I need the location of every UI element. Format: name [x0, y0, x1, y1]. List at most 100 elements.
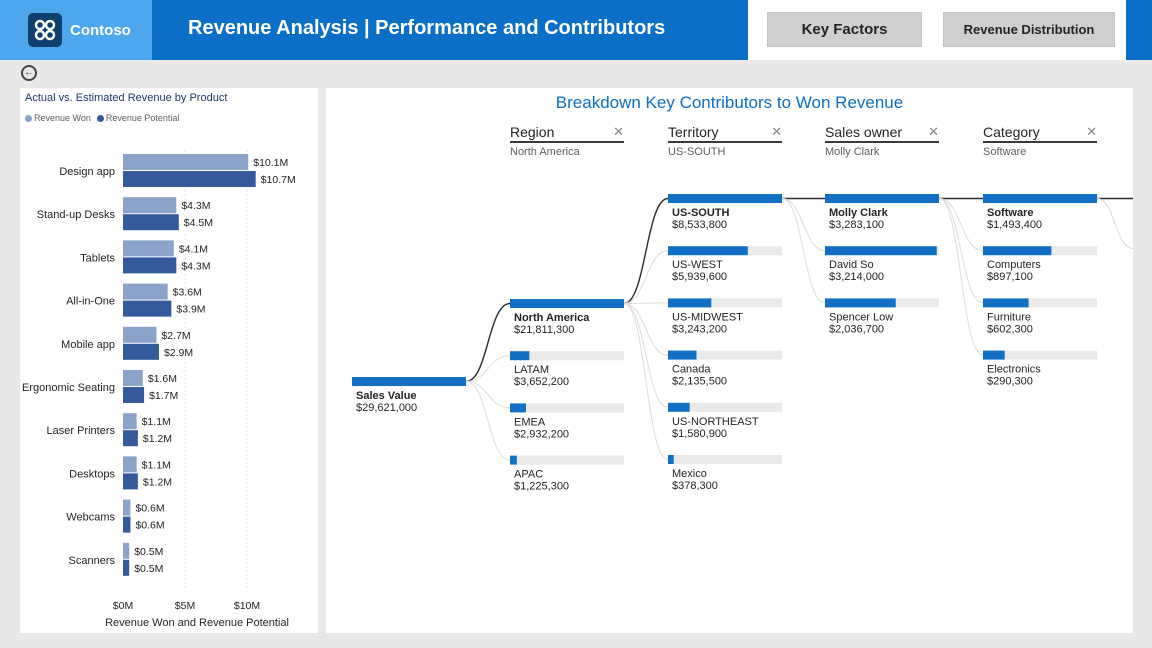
category-label: Scanners	[69, 555, 116, 567]
report-header: Contoso Revenue Analysis | Performance a…	[0, 0, 1152, 60]
node-label: North America	[514, 312, 590, 324]
node-label: APAC	[514, 469, 543, 481]
data-label: $1.1M	[142, 416, 171, 428]
node-label: Sales Value	[356, 390, 417, 402]
node-bar[interactable]	[668, 455, 674, 464]
bar-revenue-won[interactable]	[123, 499, 131, 516]
node-bar[interactable]	[983, 194, 1097, 203]
tree-link	[465, 302, 511, 383]
bar-revenue-potential[interactable]	[123, 171, 256, 187]
node-bar[interactable]	[825, 298, 896, 308]
bar-revenue-potential[interactable]	[123, 343, 159, 360]
x-tick-label: $5M	[175, 600, 195, 612]
data-label: $0.6M	[135, 520, 164, 532]
node-bar[interactable]	[668, 350, 697, 360]
node-bar[interactable]	[825, 246, 937, 256]
tree-link	[938, 198, 984, 356]
data-label: $0.5M	[134, 546, 163, 558]
tree-link	[623, 303, 669, 408]
node-bar[interactable]	[983, 298, 1029, 308]
node-value: $21,811,300	[514, 324, 574, 336]
bar-revenue-potential[interactable]	[123, 516, 131, 533]
tree-link	[623, 303, 669, 356]
data-label: $10.1M	[253, 157, 288, 169]
tree-link	[623, 250, 669, 304]
node-bar[interactable]	[510, 299, 624, 308]
tree-link	[781, 198, 826, 304]
node-track	[510, 455, 624, 465]
x-tick-label: $0M	[113, 600, 133, 612]
bar-revenue-potential[interactable]	[123, 559, 130, 576]
node-bar[interactable]	[668, 298, 712, 308]
node-value: $2,932,200	[514, 428, 569, 440]
node-label: US-MIDWEST	[672, 311, 743, 323]
data-label: $4.5M	[184, 217, 213, 229]
category-label: Webcams	[66, 512, 115, 524]
tree-canvas: North America$21,811,300 LATAM$3,652,200 E…	[352, 194, 1133, 493]
bar-revenue-potential[interactable]	[123, 430, 138, 447]
category-label: Tablets	[80, 252, 115, 264]
node-label: Spencer Low	[829, 311, 893, 323]
revenue-distribution-button[interactable]: Revenue Distribution	[943, 12, 1115, 47]
tree-link	[1096, 198, 1133, 249]
node-bar[interactable]	[668, 246, 748, 256]
bar-revenue-potential[interactable]	[123, 387, 145, 403]
node-bar[interactable]	[510, 455, 517, 465]
data-label: $0.5M	[134, 563, 163, 575]
tree-link	[938, 198, 984, 304]
node-label: Furniture	[987, 311, 1031, 323]
node-bar[interactable]	[983, 246, 1052, 256]
node-value: $8,533,800	[672, 219, 727, 231]
node-label: Software	[987, 207, 1033, 219]
data-label: $2.7M	[161, 330, 190, 342]
bar-revenue-won[interactable]	[123, 370, 143, 386]
node-label: Electronics	[987, 364, 1041, 376]
node-value: $2,036,700	[829, 323, 884, 335]
x-tick-label: $10M	[234, 600, 260, 612]
data-label: $1.6M	[148, 373, 177, 385]
node-label: Molly Clark	[829, 207, 889, 219]
bar-revenue-won[interactable]	[123, 326, 157, 343]
node-value: $29,621,000	[356, 402, 417, 414]
tree-link	[623, 303, 669, 460]
bar-revenue-won[interactable]	[123, 456, 137, 473]
bar-revenue-won[interactable]	[123, 197, 177, 214]
bar-revenue-won[interactable]	[123, 154, 249, 170]
brand-name: Contoso	[70, 21, 131, 39]
back-arrow-icon[interactable]: ←	[21, 65, 37, 81]
bar-revenue-potential[interactable]	[123, 257, 177, 274]
tree-link	[781, 198, 826, 252]
bar-revenue-potential[interactable]	[123, 214, 179, 231]
data-label: $0.6M	[135, 503, 164, 515]
node-bar[interactable]	[825, 194, 939, 203]
bar-revenue-potential[interactable]	[123, 300, 172, 317]
node-bar[interactable]	[668, 402, 690, 412]
node-bar[interactable]	[983, 350, 1005, 360]
bar-revenue-potential[interactable]	[123, 473, 138, 490]
bar-revenue-won[interactable]	[123, 240, 174, 257]
node-value: $3,283,100	[829, 219, 884, 231]
data-label: $1.2M	[143, 476, 172, 488]
tree-link	[938, 198, 984, 252]
node-label: Mexico	[672, 468, 707, 480]
tree-link	[465, 381, 511, 409]
bar-revenue-won[interactable]	[123, 283, 168, 300]
node-value: $3,243,200	[672, 323, 727, 335]
node-bar[interactable]	[510, 403, 526, 413]
bar-revenue-won[interactable]	[123, 413, 137, 430]
category-label: Design app	[59, 166, 115, 178]
bar-revenue-won[interactable]	[123, 542, 130, 559]
node-bar[interactable]	[668, 194, 782, 203]
key-factors-button[interactable]: Key Factors	[767, 12, 922, 47]
contoso-logo-icon	[28, 13, 62, 47]
node-bar[interactable]	[352, 377, 466, 386]
node-label: LATAM	[514, 364, 549, 376]
data-label: $1.1M	[142, 459, 171, 471]
page-title: Revenue Analysis | Performance and Contr…	[188, 17, 666, 39]
data-label: $3.6M	[173, 287, 202, 299]
data-label: $4.3M	[181, 260, 210, 272]
node-bar[interactable]	[510, 351, 530, 361]
node-label: Canada	[672, 364, 711, 376]
data-label: $4.3M	[181, 200, 210, 212]
data-label: $1.7M	[149, 390, 178, 402]
